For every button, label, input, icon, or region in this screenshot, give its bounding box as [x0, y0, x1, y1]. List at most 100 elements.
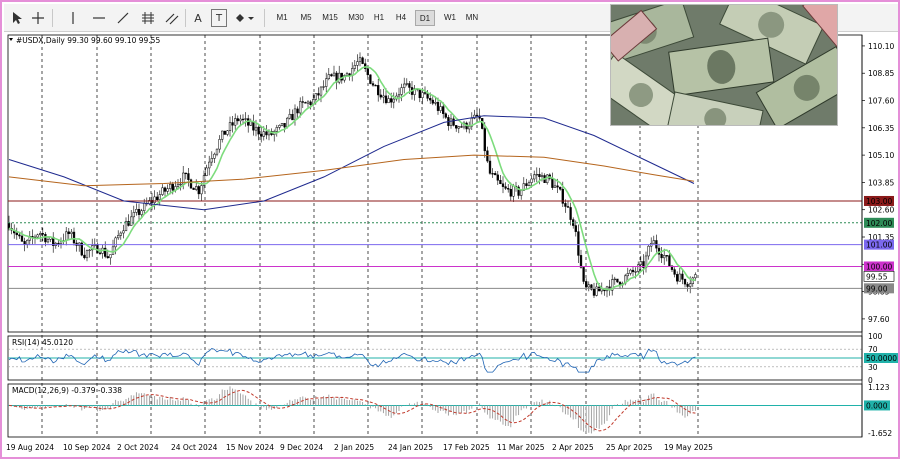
candle-body [18, 234, 21, 237]
candle-body [436, 102, 440, 111]
candle-body [564, 203, 567, 207]
candle-body [429, 98, 432, 101]
rsi-line [8, 347, 696, 373]
candle-body [551, 178, 554, 188]
candle-body [226, 130, 229, 135]
candle-body [460, 126, 463, 128]
candle-body [122, 230, 125, 234]
candle-body [317, 93, 320, 96]
collapse-triangle-icon[interactable] [9, 38, 13, 41]
candle-body [65, 231, 68, 241]
timeframe-m15[interactable]: M15 [318, 10, 342, 26]
candle-body [322, 86, 325, 88]
candle-body [330, 74, 333, 77]
timeframe-m30[interactable]: M30 [344, 10, 368, 26]
candle-body [291, 113, 294, 121]
candle-body [556, 185, 559, 188]
price-axis-label: 103.85 [868, 178, 894, 187]
candle-body [39, 233, 42, 236]
vertical-line-icon[interactable] [66, 9, 80, 27]
trendline-icon[interactable] [114, 9, 132, 27]
candle-body [442, 106, 445, 114]
candle-body [57, 242, 60, 245]
timeframe-mn[interactable]: MN [462, 10, 482, 26]
candle-body [127, 220, 130, 226]
timeframe-h1[interactable]: H1 [370, 10, 388, 26]
level-price-label: 100.00 [866, 262, 892, 271]
shapes-icon[interactable] [234, 9, 256, 27]
candle-body [587, 284, 590, 288]
candle-body [23, 241, 26, 245]
date-axis-label: 2 Oct 2024 [117, 443, 159, 452]
candle-body [455, 125, 458, 129]
candle-body [491, 173, 494, 175]
candle-body [468, 125, 471, 130]
level-price-label: 101.00 [866, 241, 892, 250]
fibonacci-icon[interactable] [139, 9, 157, 27]
candle-body [221, 130, 224, 140]
candle-body [163, 187, 167, 192]
channel-icon[interactable] [163, 9, 181, 27]
timeframe-d1[interactable]: D1 [415, 10, 435, 26]
candle-body [488, 160, 492, 174]
candle-body [678, 273, 681, 282]
candle-body [169, 183, 172, 189]
candle-body [85, 250, 89, 259]
rsi-level-label: 50.0000 [866, 354, 897, 363]
candle-body [530, 178, 533, 183]
candle-body [301, 101, 304, 103]
candle-body [408, 83, 411, 88]
rsi-header: RSI(14) 45.0120 [12, 338, 73, 347]
candle-body [332, 72, 336, 77]
current-price-label: 99.55 [866, 272, 888, 281]
candle-body [499, 180, 502, 185]
candle-body [535, 173, 538, 176]
candle-body [496, 174, 499, 181]
candle-body [421, 92, 424, 99]
timeframe-m5[interactable]: M5 [296, 10, 316, 26]
candle-body [520, 190, 523, 196]
candle-body [26, 239, 29, 245]
candle-body [236, 118, 239, 122]
rsi-axis-label: 30 [868, 363, 878, 372]
text-label-icon[interactable]: T [211, 9, 227, 27]
price-axis-label: 97.60 [868, 315, 890, 324]
candle-body [616, 278, 619, 283]
candle-body [296, 108, 299, 114]
cursor-icon[interactable] [9, 9, 25, 27]
timeframe-h4[interactable]: H4 [392, 10, 410, 26]
candle-body [403, 83, 406, 88]
date-axis-label: 17 Feb 2025 [443, 443, 490, 452]
candle-body [98, 252, 102, 254]
candle-body [189, 179, 193, 189]
date-axis-label: 19 Aug 2024 [6, 443, 54, 452]
candle-body [592, 289, 596, 296]
candle-body [634, 271, 637, 273]
candle-body [418, 89, 421, 99]
candle-body [353, 65, 356, 69]
text-icon[interactable]: A [190, 9, 206, 27]
crosshair-icon[interactable] [30, 9, 46, 27]
candle-body [200, 185, 203, 195]
candle-body [210, 158, 213, 163]
candle-body [231, 122, 234, 126]
horizontal-line-icon[interactable] [90, 9, 108, 27]
candle-body [158, 194, 161, 200]
candle-body [184, 172, 187, 175]
candle-body [309, 101, 312, 105]
timeframe-m1[interactable]: M1 [272, 10, 292, 26]
candle-body [72, 231, 76, 244]
candle-body [286, 117, 289, 128]
candle-body [327, 74, 330, 80]
price-axis-label: 102.60 [868, 206, 894, 215]
candle-body [241, 118, 245, 121]
timeframe-w1[interactable]: W1 [440, 10, 460, 26]
toolbar-separator [52, 9, 53, 27]
candle-body [109, 254, 112, 259]
price-axis-label: 110.10 [868, 42, 894, 51]
price-axis-label: 107.60 [868, 97, 894, 106]
candle-body [533, 174, 536, 180]
candle-body [314, 93, 317, 100]
candle-body [647, 245, 650, 257]
ma-fast-line [8, 66, 696, 291]
